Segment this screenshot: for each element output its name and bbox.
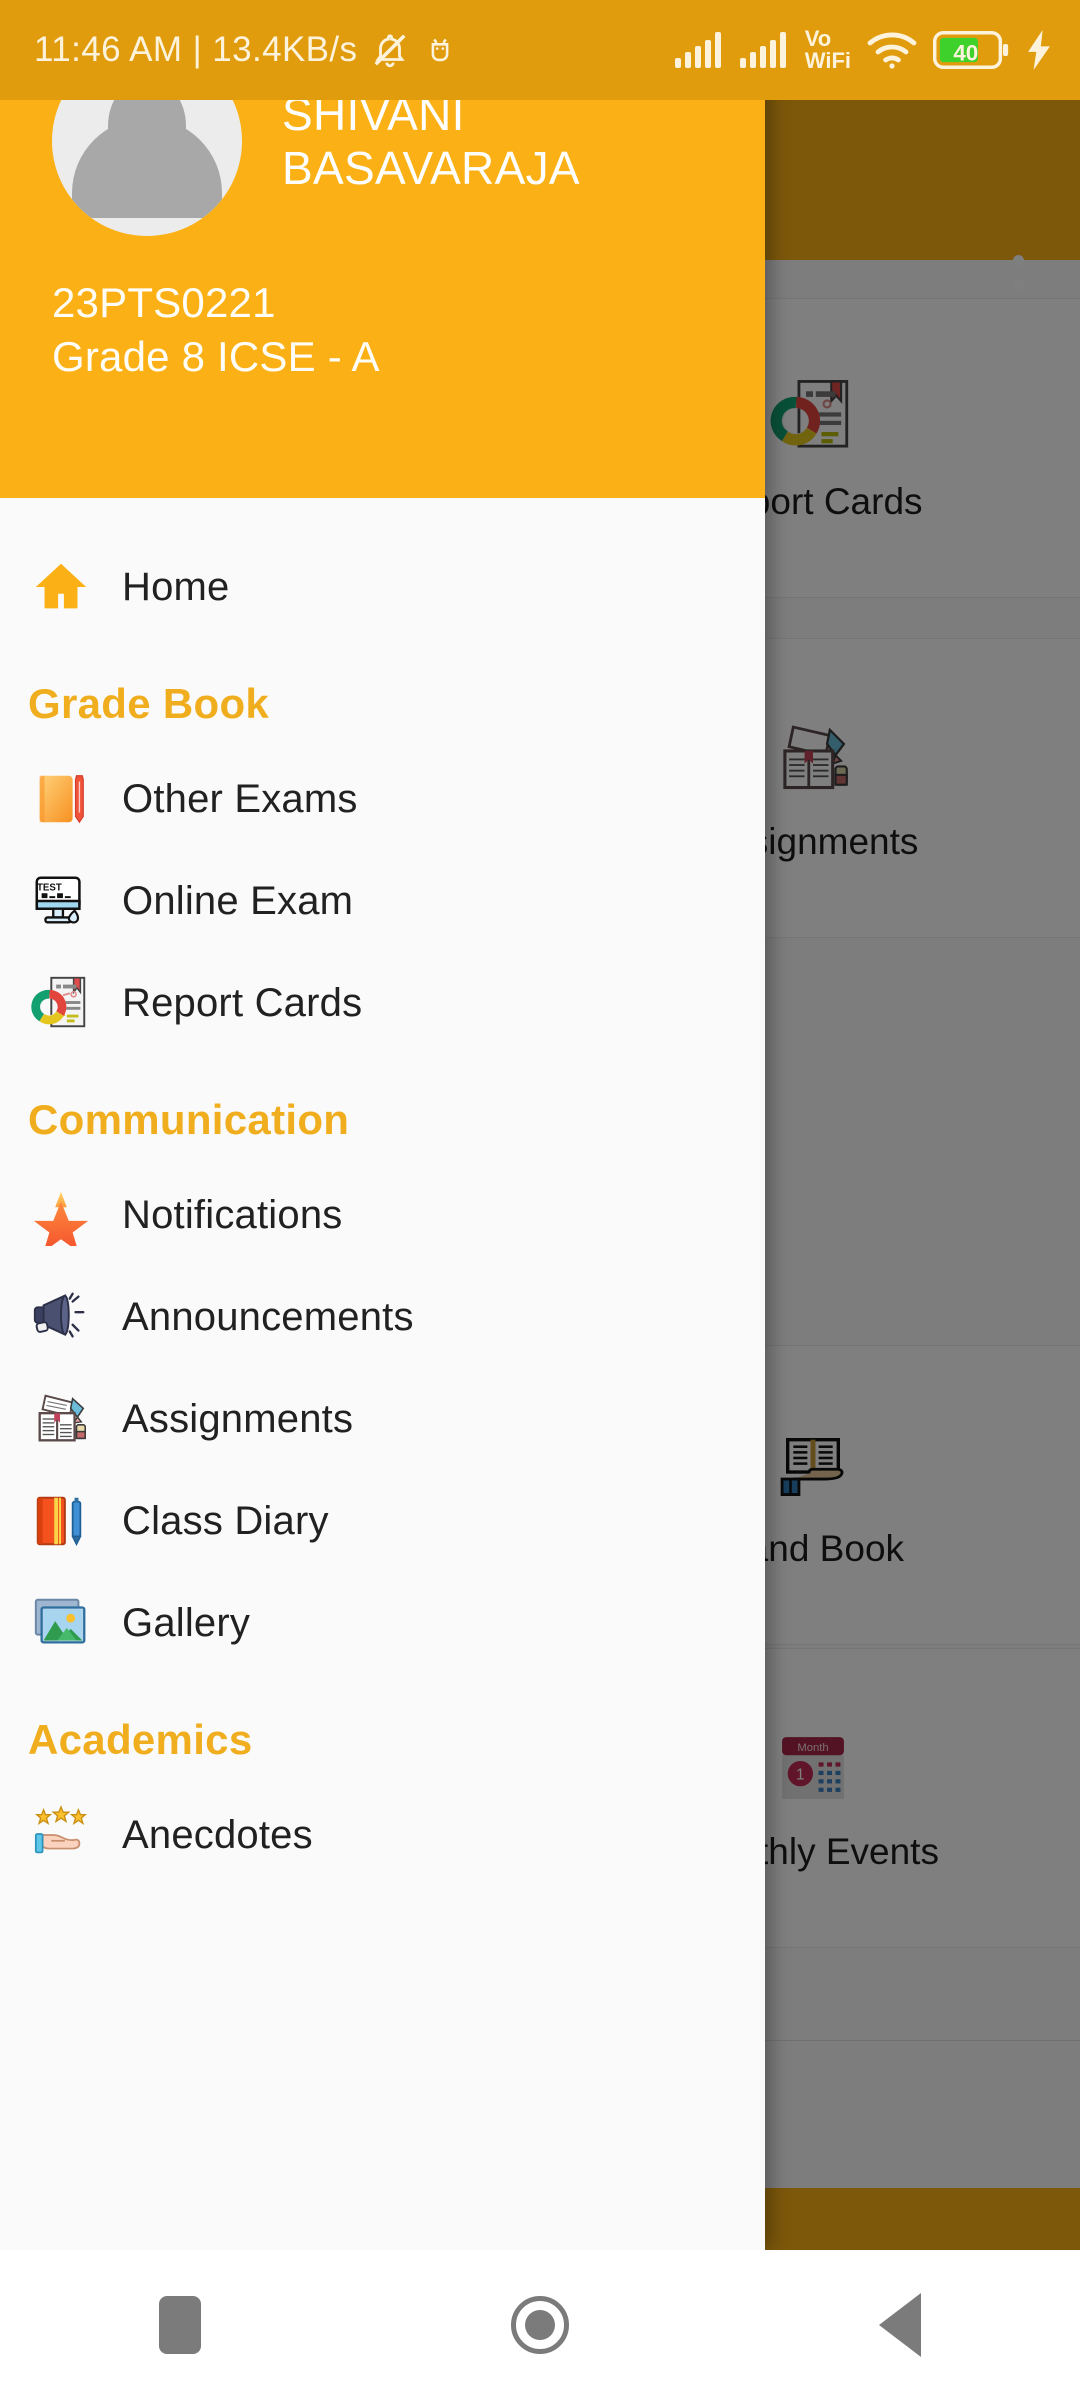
notebook-pencil-icon	[28, 766, 94, 832]
test-monitor-icon: TEST	[28, 868, 94, 934]
vowifi-bottom-label: WiFi	[804, 48, 851, 73]
drawer-menu-list: Home Grade Book Other Exams TEST Online …	[0, 498, 765, 1900]
drawer-item-label: Notifications	[122, 1192, 343, 1237]
avatar-body	[72, 118, 222, 218]
megaphone-icon	[28, 1284, 94, 1350]
diary-pen-icon	[28, 1488, 94, 1554]
drawer-item-gallery[interactable]: Gallery	[0, 1572, 765, 1674]
report-card-icon	[28, 970, 94, 1036]
wifi-icon	[866, 30, 918, 70]
drawer-item-anecdotes[interactable]: Anecdotes	[0, 1784, 765, 1886]
drawer-item-label: Other Exams	[122, 776, 358, 821]
signal-bars-sim2-icon	[739, 32, 790, 68]
recents-square-icon[interactable]	[120, 2265, 240, 2385]
drawer-section-grade-book: Grade Book	[28, 680, 270, 727]
drawer-item-class-diary[interactable]: Class Diary	[0, 1470, 765, 1572]
svg-text:40: 40	[953, 40, 978, 65]
system-navigation-bar	[0, 2250, 1080, 2400]
star-notification-icon	[28, 1182, 94, 1248]
drawer-item-label: Class Diary	[122, 1498, 329, 1543]
android-robot-icon	[423, 33, 457, 67]
student-class: Grade 8 ICSE - A	[52, 332, 380, 380]
status-bar: 11:46 AM | 13.4KB/s Vo WiFi 40	[0, 0, 1080, 100]
drawer-item-label: Gallery	[122, 1600, 251, 1645]
drawer-item-label: Online Exam	[122, 878, 354, 923]
stars-hand-icon	[28, 1802, 94, 1868]
drawer-section-communication: Communication	[28, 1096, 350, 1143]
signal-bars-sim1-icon	[674, 32, 725, 68]
home-circle-icon[interactable]	[480, 2265, 600, 2385]
drawer-item-home[interactable]: Home	[0, 536, 765, 638]
gallery-photos-icon	[28, 1590, 94, 1656]
battery-icon: 40	[933, 30, 1009, 70]
vowifi-icon: Vo WiFi	[805, 28, 851, 71]
drawer-item-announcements[interactable]: Announcements	[0, 1266, 765, 1368]
phone-screen: Report Cards	[0, 0, 1080, 2400]
drawer-item-other-exams[interactable]: Other Exams	[0, 748, 765, 850]
assignment-book-icon	[28, 1386, 94, 1452]
drawer-item-assignments[interactable]: Assignments	[0, 1368, 765, 1470]
drawer-item-report-cards[interactable]: Report Cards	[0, 952, 765, 1054]
drawer-section-academics: Academics	[28, 1716, 253, 1763]
navigation-drawer: SHIVANI BASAVARAJA 23PTS0221 Grade 8 ICS…	[0, 0, 765, 2250]
back-triangle-icon[interactable]	[840, 2265, 960, 2385]
student-id: 23PTS0221	[52, 279, 276, 326]
drawer-item-notifications[interactable]: Notifications	[0, 1164, 765, 1266]
charging-bolt-icon	[1024, 30, 1054, 70]
drawer-item-label: Announcements	[122, 1294, 414, 1339]
drawer-item-label: Anecdotes	[122, 1812, 313, 1857]
vowifi-top-label: Vo	[804, 26, 832, 52]
status-clock-and-netspeed: 11:46 AM | 13.4KB/s	[34, 30, 358, 69]
bell-muted-icon	[371, 31, 409, 69]
drawer-item-label: Report Cards	[122, 980, 363, 1025]
drawer-item-label: Home	[122, 564, 230, 609]
student-name: SHIVANI BASAVARAJA	[282, 87, 580, 194]
svg-text:TEST: TEST	[37, 882, 62, 893]
drawer-item-online-exam[interactable]: TEST Online Exam	[0, 850, 765, 952]
home-icon	[28, 554, 94, 620]
drawer-item-label: Assignments	[122, 1396, 354, 1441]
